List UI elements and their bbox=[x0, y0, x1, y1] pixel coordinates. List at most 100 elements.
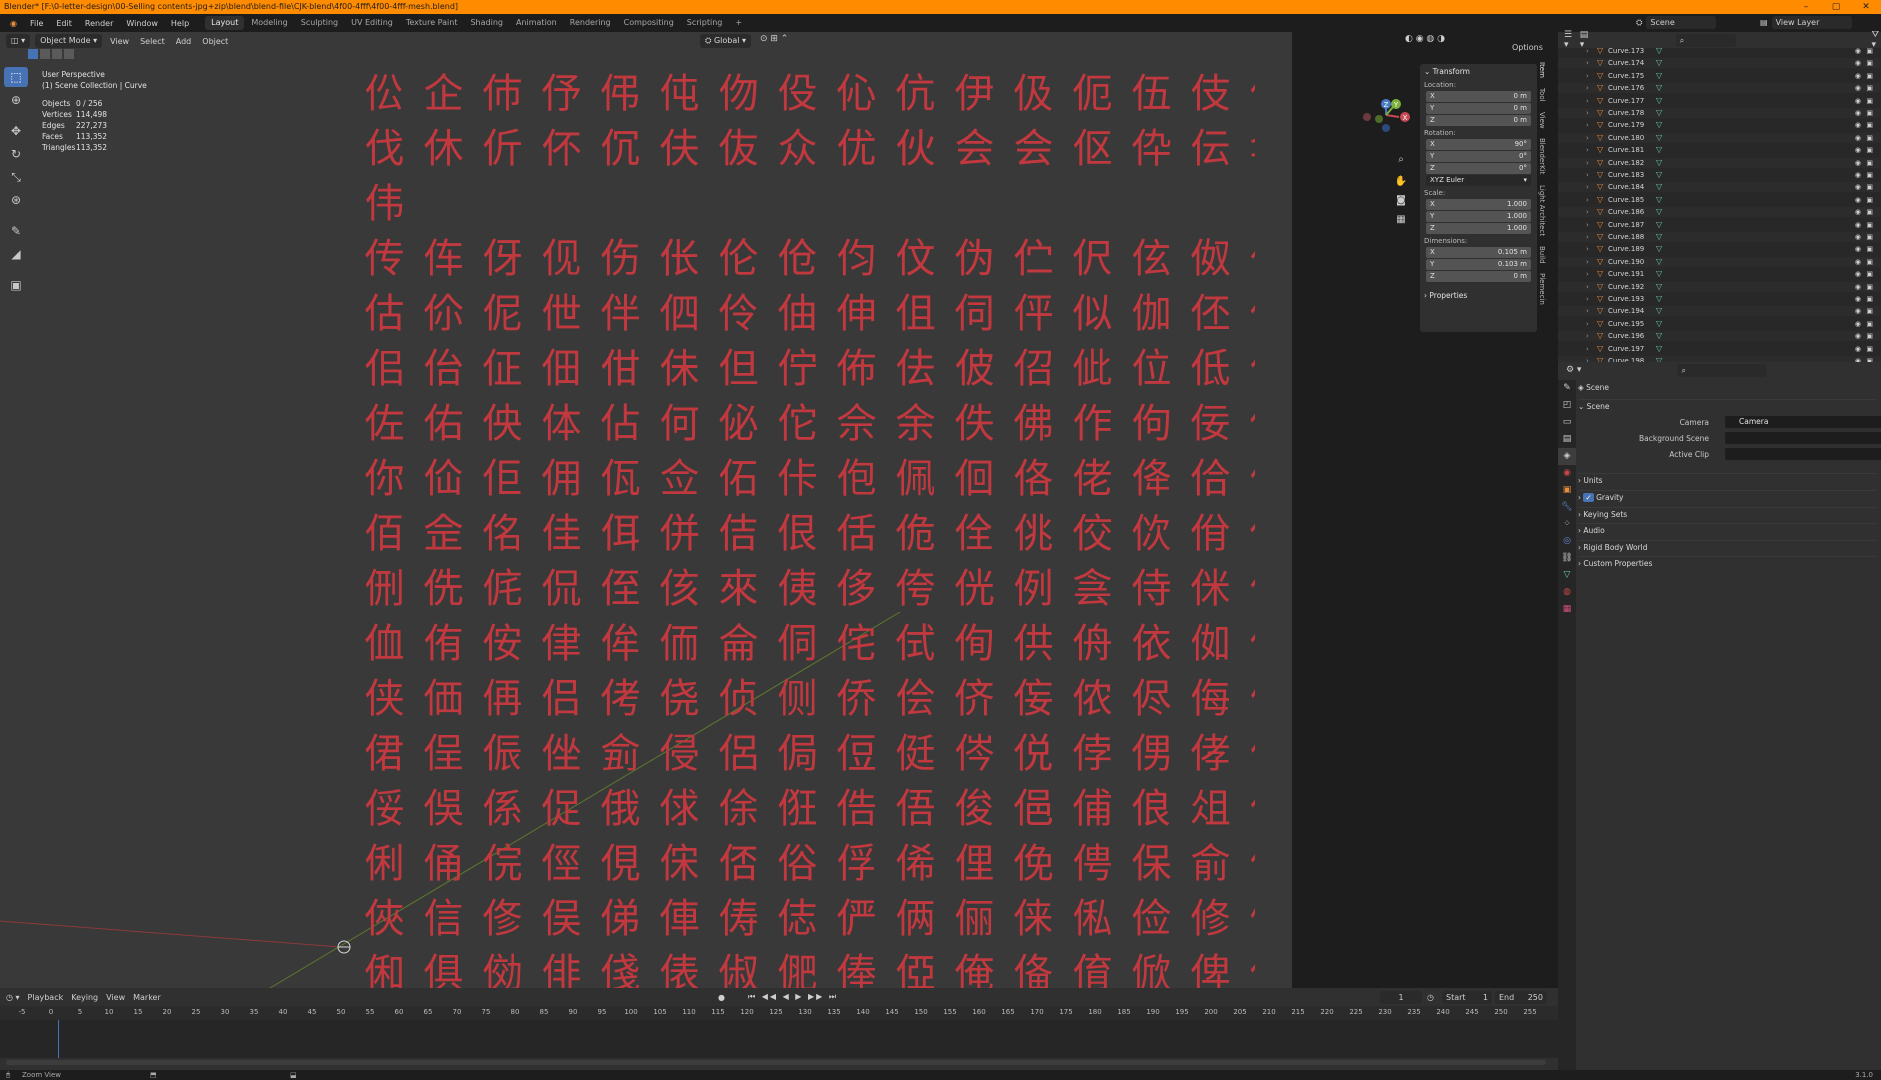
render-camera-icon[interactable]: ▣ bbox=[1866, 46, 1873, 56]
cjk-glyph-curve[interactable]: 俫 bbox=[1004, 895, 1063, 943]
timeline-menu-marker[interactable]: Marker bbox=[133, 993, 161, 1002]
cjk-glyph-curve[interactable]: 侩 bbox=[886, 675, 945, 723]
minimize-button[interactable]: – bbox=[1791, 0, 1821, 14]
cjk-glyph-curve[interactable]: 佤 bbox=[591, 455, 650, 503]
scale-y-field[interactable]: Y 1.000 bbox=[1426, 211, 1531, 222]
menu-help[interactable]: Help bbox=[165, 19, 195, 28]
cjk-glyph-curve[interactable]: 修 bbox=[1181, 895, 1240, 943]
outliner-item-name[interactable]: Curve.186 bbox=[1608, 207, 1644, 217]
tab-rendering[interactable]: Rendering bbox=[564, 16, 617, 30]
blender-logo-icon[interactable]: ◉ bbox=[4, 19, 23, 28]
expand-arrow-icon[interactable]: › bbox=[1586, 319, 1589, 329]
rigid-body-world-section[interactable]: › Rigid Body World bbox=[1578, 540, 1876, 554]
cjk-glyph-curve[interactable]: 俺 bbox=[945, 950, 1004, 988]
cjk-glyph-curve[interactable]: 佅 bbox=[650, 345, 709, 393]
visibility-eye-icon[interactable]: ◉ bbox=[1855, 220, 1861, 230]
cjk-glyph-curve[interactable]: 佣 bbox=[532, 455, 591, 503]
cjk-glyph-curve[interactable]: 伶 bbox=[709, 290, 768, 338]
cjk-glyph-curve[interactable]: 俇 bbox=[768, 785, 827, 833]
cjk-glyph-curve[interactable]: 伺 bbox=[945, 290, 1004, 338]
cjk-glyph-curve[interactable]: 佯 bbox=[1240, 455, 1256, 503]
cjk-glyph-curve[interactable]: 伭 bbox=[1122, 235, 1181, 283]
cjk-glyph-curve[interactable]: 使 bbox=[1240, 510, 1256, 558]
rotation-y-field[interactable]: Y 0° bbox=[1426, 151, 1531, 162]
cjk-glyph-curve[interactable]: 侃 bbox=[532, 565, 591, 613]
cjk-glyph-curve[interactable]: 俒 bbox=[473, 840, 532, 888]
render-camera-icon[interactable]: ▣ bbox=[1866, 108, 1873, 118]
cjk-glyph-curve[interactable]: 伃 bbox=[532, 70, 591, 118]
cjk-glyph-curve[interactable]: 侶 bbox=[709, 730, 768, 778]
visibility-eye-icon[interactable]: ◉ bbox=[1855, 244, 1861, 254]
tab-shading[interactable]: Shading bbox=[464, 16, 509, 30]
cjk-glyph-curve[interactable]: 会 bbox=[945, 125, 1004, 173]
cjk-glyph-curve[interactable]: 伩 bbox=[886, 235, 945, 283]
cjk-glyph-curve[interactable]: 俤 bbox=[591, 895, 650, 943]
expand-arrow-icon[interactable]: › bbox=[1586, 170, 1589, 180]
cjk-glyph-curve[interactable]: 便 bbox=[1240, 730, 1256, 778]
custom-properties-section[interactable]: › Custom Properties bbox=[1578, 556, 1876, 570]
cjk-glyph-curve[interactable]: 佦 bbox=[709, 455, 768, 503]
expand-arrow-icon[interactable]: › bbox=[1586, 58, 1589, 68]
outliner-item[interactable]: › ▽ Curve.176 ▽ ◉ ▣ bbox=[1558, 83, 1881, 94]
outliner-item[interactable]: › ▽ Curve.184 ▽ ◉ ▣ bbox=[1558, 182, 1881, 193]
cjk-glyph-curve[interactable]: 侖 bbox=[709, 620, 768, 668]
cjk-glyph-curve[interactable]: 俱 bbox=[414, 950, 473, 988]
outliner-item-name[interactable]: Curve.184 bbox=[1608, 182, 1644, 192]
cjk-glyph-curve[interactable]: 侏 bbox=[1240, 565, 1256, 613]
cjk-glyph-curve[interactable]: 伣 bbox=[532, 235, 591, 283]
visibility-eye-icon[interactable]: ◉ bbox=[1855, 158, 1861, 168]
cjk-glyph-curve[interactable]: 伂 bbox=[473, 70, 532, 118]
cjk-glyph-curve[interactable]: 佮 bbox=[1181, 455, 1240, 503]
expand-arrow-icon[interactable]: › bbox=[1586, 182, 1589, 192]
render-camera-icon[interactable]: ▣ bbox=[1866, 282, 1873, 292]
outliner-item-name[interactable]: Curve.191 bbox=[1608, 269, 1644, 279]
render-camera-icon[interactable]: ▣ bbox=[1866, 331, 1873, 341]
scene-tab-icon[interactable]: ◈ bbox=[1558, 448, 1576, 465]
viewport-menu-add[interactable]: Add bbox=[173, 37, 195, 46]
viewport-menu-object[interactable]: Object bbox=[199, 37, 231, 46]
cjk-glyph-curve[interactable]: 伮 bbox=[1181, 235, 1240, 283]
outliner-item[interactable]: › ▽ Curve.192 ▽ ◉ ▣ bbox=[1558, 281, 1881, 292]
outliner-item-name[interactable]: Curve.196 bbox=[1608, 331, 1644, 341]
expand-arrow-icon[interactable]: › bbox=[1586, 244, 1589, 254]
cjk-glyph-curve[interactable]: 俲 bbox=[473, 950, 532, 988]
expand-arrow-icon[interactable]: › bbox=[1586, 344, 1589, 354]
cjk-glyph-curve[interactable]: 侔 bbox=[591, 620, 650, 668]
cjk-glyph-curve[interactable]: 侎 bbox=[1181, 565, 1240, 613]
cjk-glyph-curve[interactable]: 侴 bbox=[591, 730, 650, 778]
cjk-glyph-curve[interactable]: 侘 bbox=[827, 620, 886, 668]
cjk-glyph-curve[interactable]: 佶 bbox=[709, 510, 768, 558]
cjk-glyph-curve[interactable]: 作 bbox=[1063, 400, 1122, 448]
visibility-eye-icon[interactable]: ◉ bbox=[1855, 294, 1861, 304]
expand-arrow-icon[interactable]: › bbox=[1586, 195, 1589, 205]
visibility-eye-icon[interactable]: ◉ bbox=[1855, 195, 1861, 205]
cjk-glyph-curve[interactable]: 俋 bbox=[1004, 785, 1063, 833]
cjk-glyph-curve[interactable]: 侨 bbox=[827, 675, 886, 723]
cjk-glyph-curve[interactable]: 俁 bbox=[414, 785, 473, 833]
cjk-glyph-curve[interactable]: 俞 bbox=[1181, 840, 1240, 888]
visibility-eye-icon[interactable]: ◉ bbox=[1855, 58, 1861, 68]
cjk-glyph-curve[interactable]: 企 bbox=[414, 70, 473, 118]
cjk-glyph-curve[interactable]: 佽 bbox=[1122, 510, 1181, 558]
cjk-glyph-curve[interactable]: 伎 bbox=[1181, 70, 1240, 118]
cjk-glyph-curve[interactable]: 俣 bbox=[532, 895, 591, 943]
shading-icons[interactable]: ◐ ◉ ◍ ◑ bbox=[1405, 34, 1445, 44]
scale-x-field[interactable]: X 1.000 bbox=[1426, 199, 1531, 210]
outliner-item-name[interactable]: Curve.188 bbox=[1608, 232, 1644, 242]
outliner-item[interactable]: › ▽ Curve.188 ▽ ◉ ▣ bbox=[1558, 232, 1881, 242]
cursor-tool-icon[interactable]: ⊕ bbox=[4, 90, 28, 110]
cjk-glyph-curve[interactable]: 佥 bbox=[650, 455, 709, 503]
selection-mode-buttons[interactable] bbox=[28, 49, 74, 59]
annotate-tool-icon[interactable]: ✎ bbox=[4, 221, 28, 241]
cjk-glyph-curve[interactable]: 佺 bbox=[945, 510, 1004, 558]
menu-render[interactable]: Render bbox=[79, 19, 119, 28]
cjk-glyph-curve[interactable]: 侮 bbox=[1181, 675, 1240, 723]
cjk-glyph-curve[interactable]: 佀 bbox=[355, 345, 414, 393]
cjk-glyph-curve[interactable]: 你 bbox=[355, 455, 414, 503]
record-button[interactable]: ● bbox=[718, 993, 725, 1002]
tab-animation[interactable]: Animation bbox=[510, 16, 563, 30]
dimensions-y-field[interactable]: Y 0.103 m bbox=[1426, 259, 1531, 270]
cjk-glyph-curve[interactable]: 伌 bbox=[1063, 70, 1122, 118]
select-box-tool-icon[interactable]: ⬚ bbox=[4, 67, 28, 87]
add-workspace-button[interactable]: + bbox=[729, 16, 748, 30]
